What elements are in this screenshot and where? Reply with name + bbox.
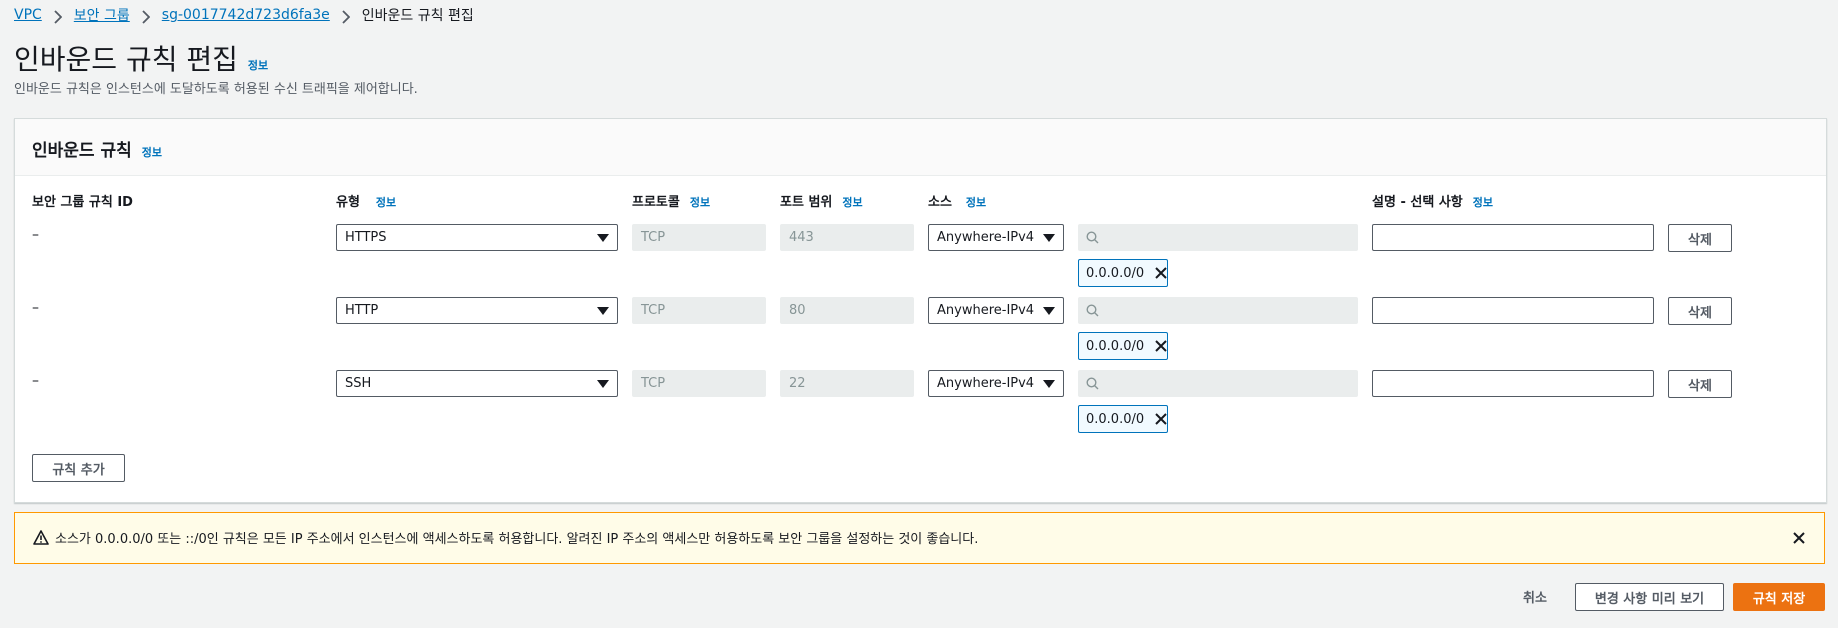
column-header-description: 설명 - 선택 사항 정보 [1372, 191, 1493, 210]
info-link[interactable]: 정보 [966, 194, 986, 210]
inbound-rules-panel: 인바운드 규칙 정보 보안 그룹 규칙 ID 유형 정보 프로토콜 정보 포트 … [14, 118, 1827, 503]
delete-button[interactable]: 삭제 [1668, 370, 1732, 398]
cidr-token: 0.0.0.0/0 [1078, 405, 1168, 433]
cancel-button[interactable]: 취소 [1523, 587, 1547, 606]
caret-down-icon [1043, 379, 1055, 388]
breadcrumb-vpc[interactable]: VPC [14, 7, 42, 23]
description-input[interactable] [1372, 297, 1654, 324]
column-label: 보안 그룹 규칙 ID [32, 195, 133, 210]
column-header-type: 유형 정보 [336, 191, 396, 210]
breadcrumb: VPC 보안 그룹 sg-0017742d723d6fa3e 인바운드 규칙 편… [14, 5, 474, 25]
description-input[interactable] [1372, 370, 1654, 397]
info-link[interactable]: 정보 [142, 144, 162, 160]
column-label: 유형 [336, 195, 360, 210]
source-select[interactable]: Anywhere-IPv4 [928, 370, 1064, 397]
port-range-field: 22 [780, 370, 914, 397]
page-subtitle: 인바운드 규칙은 인스턴스에 도달하도록 허용된 수신 트래픽을 제어합니다. [14, 82, 418, 97]
search-icon [1086, 304, 1099, 317]
cidr-token: 0.0.0.0/0 [1078, 332, 1168, 360]
source-value: Anywhere-IPv4 [937, 230, 1035, 245]
alert-message: 소스가 0.0.0.0/0 또는 ::/0인 규칙은 모든 IP 주소에서 인스… [55, 532, 979, 547]
cidr-search-input[interactable] [1078, 224, 1358, 251]
caret-down-icon [597, 306, 609, 315]
column-label: 설명 - 선택 사항 [1372, 195, 1463, 210]
column-label: 소스 [928, 195, 952, 210]
source-select[interactable]: Anywhere-IPv4 [928, 297, 1064, 324]
close-icon[interactable] [1153, 411, 1169, 427]
chevron-right-icon [342, 10, 351, 24]
cidr-search-input[interactable] [1078, 370, 1358, 397]
column-header-source: 소스 정보 [928, 191, 986, 210]
source-value: Anywhere-IPv4 [937, 376, 1035, 391]
port-range-field: 443 [780, 224, 914, 251]
type-value: SSH [345, 376, 372, 391]
page-title-text: 인바운드 규칙 편집 [14, 43, 238, 76]
column-header-port-range: 포트 범위 정보 [780, 191, 863, 210]
protocol-field: TCP [632, 224, 766, 251]
close-icon[interactable] [1792, 530, 1806, 549]
info-link[interactable]: 정보 [1473, 194, 1493, 210]
cidr-token-label: 0.0.0.0/0 [1086, 265, 1145, 281]
protocol-field: TCP [632, 297, 766, 324]
warning-icon [33, 530, 49, 549]
panel-title: 인바운드 규칙 정보 [32, 136, 162, 161]
column-label: 포트 범위 [780, 195, 833, 210]
chevron-right-icon [54, 10, 63, 24]
search-icon [1086, 377, 1099, 390]
port-range-field: 80 [780, 297, 914, 324]
preview-changes-button[interactable]: 변경 사항 미리 보기 [1575, 583, 1724, 611]
delete-button[interactable]: 삭제 [1668, 297, 1732, 325]
close-icon[interactable] [1153, 265, 1169, 281]
breadcrumb-security-groups[interactable]: 보안 그룹 [74, 5, 130, 25]
caret-down-icon [597, 233, 609, 242]
panel-title-text: 인바운드 규칙 [32, 141, 132, 161]
caret-down-icon [1043, 306, 1055, 315]
breadcrumb-security-group-id[interactable]: sg-0017742d723d6fa3e [162, 7, 330, 23]
rule-id: – [32, 373, 39, 389]
warning-alert: 소스가 0.0.0.0/0 또는 ::/0인 규칙은 모든 IP 주소에서 인스… [14, 512, 1825, 564]
breadcrumb-current: 인바운드 규칙 편집 [361, 8, 474, 24]
source-select[interactable]: Anywhere-IPv4 [928, 224, 1064, 251]
info-link[interactable]: 정보 [690, 194, 710, 210]
cidr-token-label: 0.0.0.0/0 [1086, 411, 1145, 427]
info-link[interactable]: 정보 [842, 194, 862, 210]
add-rule-button[interactable]: 규칙 추가 [32, 454, 125, 482]
delete-button[interactable]: 삭제 [1668, 224, 1732, 252]
type-select[interactable]: HTTP [336, 297, 618, 324]
page-title: 인바운드 규칙 편집 정보 [14, 38, 268, 78]
type-value: HTTPS [345, 230, 387, 245]
search-icon [1086, 231, 1099, 244]
description-input[interactable] [1372, 224, 1654, 251]
close-icon[interactable] [1153, 338, 1169, 354]
column-header-rule-id: 보안 그룹 규칙 ID [32, 191, 133, 210]
cidr-token-label: 0.0.0.0/0 [1086, 338, 1145, 354]
cidr-search-input[interactable] [1078, 297, 1358, 324]
info-link[interactable]: 정보 [248, 57, 268, 73]
rule-id: – [32, 300, 39, 316]
rule-id: – [32, 227, 39, 243]
cidr-token: 0.0.0.0/0 [1078, 259, 1168, 287]
column-label: 프로토콜 [632, 195, 680, 210]
source-value: Anywhere-IPv4 [937, 303, 1035, 318]
caret-down-icon [597, 379, 609, 388]
type-select[interactable]: HTTPS [336, 224, 618, 251]
panel-header: 인바운드 규칙 정보 [15, 119, 1826, 176]
chevron-right-icon [142, 10, 151, 24]
save-rules-button[interactable]: 규칙 저장 [1733, 583, 1825, 611]
info-link[interactable]: 정보 [376, 194, 396, 210]
type-select[interactable]: SSH [336, 370, 618, 397]
column-header-protocol: 프로토콜 정보 [632, 191, 710, 210]
caret-down-icon [1043, 233, 1055, 242]
type-value: HTTP [345, 303, 379, 318]
protocol-field: TCP [632, 370, 766, 397]
